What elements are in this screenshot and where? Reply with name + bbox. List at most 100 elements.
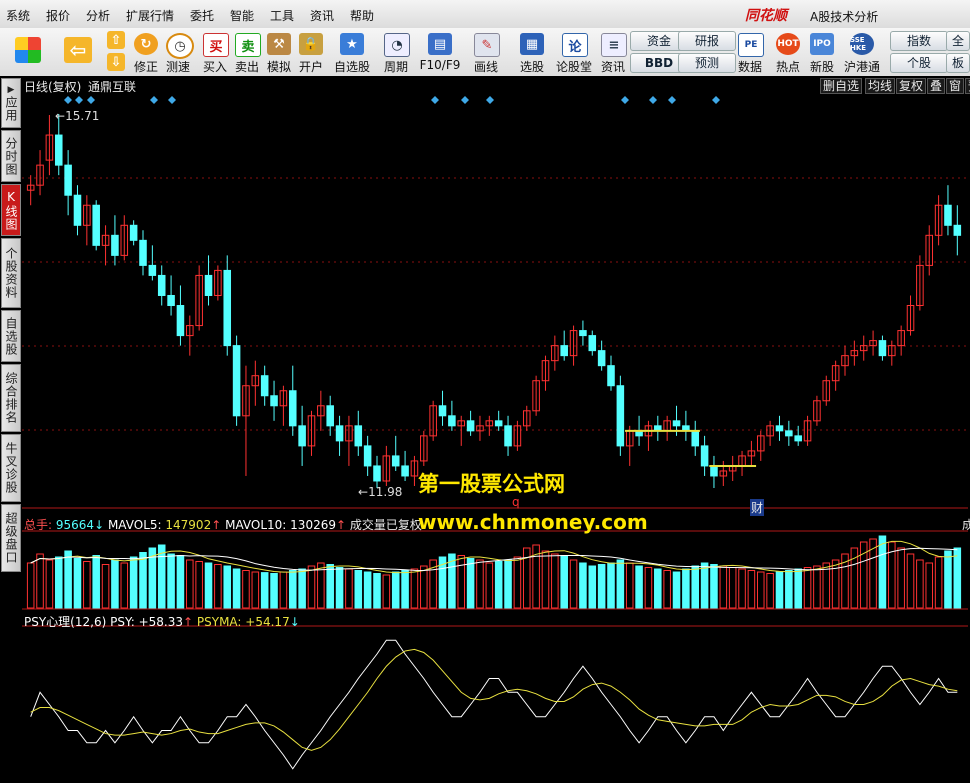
research-button[interactable]: 研报: [678, 31, 736, 51]
period-label[interactable]: 日线(复权): [24, 78, 81, 95]
candle-body: [73, 194, 82, 226]
volume-bar: [672, 571, 681, 609]
ipo-button[interactable]: IPO 新股: [806, 29, 838, 75]
candle-body: [157, 274, 166, 296]
draw-line-button[interactable]: ✎ 画线: [466, 29, 506, 75]
index-button[interactable]: 指数: [890, 31, 948, 51]
volume-bar: [738, 568, 746, 609]
simulate-button[interactable]: ⚒ 模拟: [264, 29, 294, 75]
tab-order-book[interactable]: 超级盘口: [1, 504, 21, 572]
volume-bar: [298, 568, 306, 609]
volume-bar: [420, 565, 428, 609]
menu-quote[interactable]: 报价: [46, 7, 70, 24]
sh-hk-connect-button[interactable]: SSE HKE 沪港通: [840, 29, 884, 75]
draw-line-label: 画线: [473, 60, 498, 74]
pe-icon: PE: [738, 33, 764, 57]
hot-button[interactable]: HOT 热点: [770, 29, 806, 75]
tab-ranking[interactable]: 综合排名: [1, 364, 21, 432]
period-button[interactable]: ◔ 周期: [376, 29, 416, 75]
period-label: 周期: [383, 60, 408, 74]
stock-screen-label: 选股: [519, 60, 544, 74]
volume-bar: [382, 574, 391, 609]
volume-bar: [476, 559, 484, 609]
data-button[interactable]: PE 数据: [734, 29, 766, 75]
page-up-down[interactable]: ⇧ ⇩: [104, 29, 128, 75]
menu-tools[interactable]: 工具: [270, 7, 294, 24]
ipo-label: 新股: [809, 60, 834, 74]
volume-bar: [64, 550, 72, 609]
menu-analysis[interactable]: 分析: [86, 7, 110, 24]
app-title: A股技术分析: [810, 10, 879, 24]
candle-body: [335, 425, 344, 442]
forum-button[interactable]: 论 论股堂: [554, 29, 594, 75]
volume-right-label: 成: [962, 518, 970, 532]
preview-button[interactable]: 预: [965, 78, 970, 94]
psy-arrow: ↑: [183, 615, 194, 629]
back-button[interactable]: ⇦: [58, 29, 98, 75]
menu-extended-quotes[interactable]: 扩展行情: [126, 7, 174, 24]
volume-bar: [728, 567, 737, 609]
star-icon: ★: [340, 33, 364, 55]
high-price-value: 15.71: [65, 109, 100, 123]
candle-body: [148, 264, 157, 276]
tab-timeshare[interactable]: 分时图: [1, 130, 21, 182]
sector-button[interactable]: 板块: [946, 53, 970, 73]
tab-diagnosis[interactable]: 牛叉诊股: [1, 434, 21, 502]
fix-label: 修正: [133, 60, 158, 74]
stock-screen-button[interactable]: ▦ 选股: [512, 29, 552, 75]
menu-smart[interactable]: 智能: [230, 7, 254, 24]
volume-bar: [139, 552, 147, 609]
mavol10-value: 130269: [290, 518, 336, 532]
forum-label: 论股堂: [555, 60, 592, 74]
tab-stock-info[interactable]: 个股资料: [1, 238, 21, 308]
menu-system[interactable]: 系统: [6, 7, 30, 24]
fix-button[interactable]: ↻ 修正: [130, 29, 162, 75]
mavol5-label: MAVOL5:: [107, 518, 162, 532]
lock-icon: 🔒: [299, 33, 323, 55]
news-button[interactable]: ≡ 资讯: [598, 29, 628, 75]
window-button[interactable]: 窗: [946, 78, 965, 94]
tab-watchlist[interactable]: 自选股: [1, 310, 21, 362]
volume-bar: [279, 571, 288, 609]
menu-help[interactable]: 帮助: [350, 7, 374, 24]
sell-button[interactable]: 卖 卖出: [232, 29, 262, 75]
candle-body: [298, 425, 306, 447]
candle-body: [944, 204, 952, 226]
signal-diamond: [431, 96, 439, 104]
volume-bar: [410, 568, 419, 609]
menu-news[interactable]: 资讯: [310, 7, 334, 24]
side-tab-bar: ▶应用 分时图 K线图 个股资料 自选股 综合排名 牛叉诊股 超级盘口: [0, 76, 22, 783]
layout-button[interactable]: [8, 29, 48, 75]
brand-logo: 同花顺: [745, 8, 787, 24]
candle-body: [588, 335, 597, 352]
f10-button[interactable]: ▤ F10/F9: [418, 29, 462, 75]
volume-bar: [214, 564, 222, 609]
volume-bar: [710, 564, 718, 609]
volume-bar: [635, 565, 643, 609]
watchlist-button[interactable]: ★ 自选股: [332, 29, 372, 75]
menu-trade[interactable]: 委托: [190, 7, 214, 24]
remove-watchlist-button[interactable]: 删自选: [820, 78, 863, 94]
adjust-button[interactable]: 复权: [896, 78, 927, 94]
ipo-icon: IPO: [810, 33, 834, 55]
volume-legend: 总手: 95664↓ MAVOL5: 147902↑ MAVOL10: 1302…: [24, 516, 422, 533]
tab-kline[interactable]: K线图: [1, 184, 21, 236]
forecast-button[interactable]: 预测: [678, 53, 736, 73]
volume-bar: [878, 535, 887, 609]
buy-button[interactable]: 买 买入: [200, 29, 230, 75]
candle-body: [92, 204, 100, 246]
ma-button[interactable]: 均线: [865, 78, 896, 94]
mavol5-value: 147902: [165, 518, 212, 532]
volume-bars: [26, 535, 962, 609]
signal-diamond: [621, 96, 629, 104]
finance-marker[interactable]: 财: [750, 499, 765, 516]
stock-button[interactable]: 个股: [890, 53, 948, 73]
tab-apps[interactable]: ▶应用: [1, 78, 21, 128]
chart-area[interactable]: [22, 76, 970, 783]
open-account-button[interactable]: 🔒 开户: [296, 29, 326, 75]
speed-test-button[interactable]: ◷ 测速: [162, 29, 194, 75]
overlay-button[interactable]: 叠: [927, 78, 946, 94]
candle-body: [775, 425, 784, 432]
psy-title: PSY心理(12,6): [24, 615, 107, 629]
global-button[interactable]: 全球: [946, 31, 970, 51]
